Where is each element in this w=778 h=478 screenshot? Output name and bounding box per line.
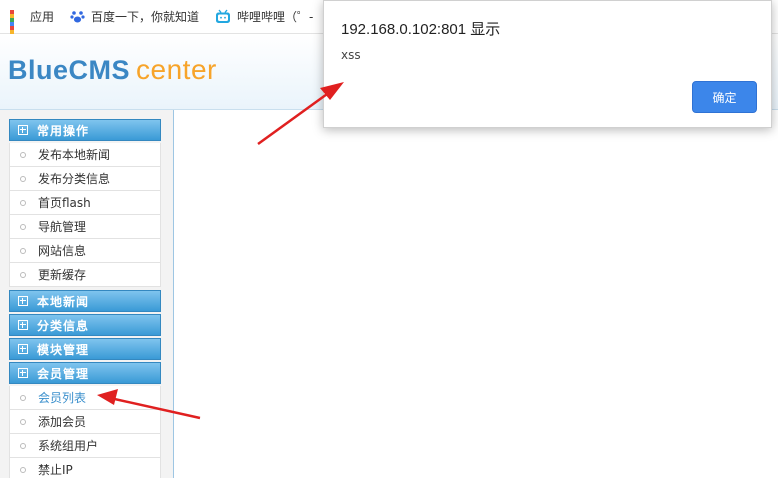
menu-group-label: 会员管理 bbox=[37, 366, 90, 381]
menu-item-publish-classified[interactable]: 发布分类信息 bbox=[9, 167, 161, 191]
menu-item-label: 首页flash bbox=[38, 196, 91, 210]
bullet-circle-icon bbox=[20, 271, 26, 278]
bullet-circle-icon bbox=[20, 247, 26, 254]
menu-group-label: 本地新闻 bbox=[37, 294, 90, 309]
menu-item-label: 发布本地新闻 bbox=[38, 148, 111, 162]
bullet-circle-icon bbox=[20, 175, 26, 182]
bullet-circle-icon bbox=[20, 394, 26, 401]
baidu-paw-icon bbox=[70, 9, 85, 24]
bullet-circle-icon bbox=[20, 223, 26, 230]
menu-item-site-info[interactable]: 网站信息 bbox=[9, 239, 161, 263]
menu-group-classified[interactable]: 分类信息 bbox=[9, 314, 161, 336]
expand-plus-icon bbox=[18, 320, 28, 330]
menu-item-publish-local-news[interactable]: 发布本地新闻 bbox=[9, 143, 161, 167]
menu-group-label: 常用操作 bbox=[37, 123, 90, 138]
menu-item-member-list[interactable]: 会员列表 bbox=[9, 386, 161, 410]
menu-item-label: 更新缓存 bbox=[38, 268, 87, 282]
menu-item-label: 网站信息 bbox=[38, 244, 87, 258]
menu-item-label: 添加会员 bbox=[38, 415, 87, 429]
menu-item-label: 系统组用户 bbox=[38, 439, 99, 453]
bullet-circle-icon bbox=[20, 151, 26, 158]
menu-group-modules[interactable]: 模块管理 bbox=[9, 338, 161, 360]
menu-group-local-news[interactable]: 本地新闻 bbox=[9, 290, 161, 312]
bookmark-apps[interactable]: 应用 bbox=[10, 8, 55, 46]
menu-group-label: 模块管理 bbox=[37, 342, 90, 357]
ok-button[interactable]: 确定 bbox=[692, 81, 757, 113]
bullet-circle-icon bbox=[20, 442, 26, 449]
expand-plus-icon bbox=[18, 344, 28, 354]
expand-plus-icon bbox=[18, 296, 28, 306]
admin-sidebar: 常用操作 发布本地新闻 发布分类信息 首页flash 导航管理 网站信息 更新缓… bbox=[0, 110, 174, 478]
sidebar-menu: 常用操作 发布本地新闻 发布分类信息 首页flash 导航管理 网站信息 更新缓… bbox=[9, 119, 161, 478]
bilibili-tv-icon bbox=[215, 9, 231, 24]
menu-item-label: 导航管理 bbox=[38, 220, 87, 234]
menu-item-navigation[interactable]: 导航管理 bbox=[9, 215, 161, 239]
menu-group-label: 分类信息 bbox=[37, 318, 90, 333]
bullet-circle-icon bbox=[20, 199, 26, 206]
dialog-title: 192.168.0.102:801 显示 bbox=[341, 21, 501, 38]
logo-sub-text: center bbox=[136, 54, 217, 85]
dialog-message: xss bbox=[341, 48, 361, 62]
alert-dialog: 192.168.0.102:801 显示 xss 确定 bbox=[323, 0, 772, 128]
menu-group-common[interactable]: 常用操作 bbox=[9, 119, 161, 141]
expand-plus-icon bbox=[18, 125, 28, 135]
menu-item-label: 会员列表 bbox=[38, 391, 87, 405]
bullet-circle-icon bbox=[20, 466, 26, 473]
menu-item-label: 发布分类信息 bbox=[38, 172, 111, 186]
bluecms-logo: BlueCMS center bbox=[8, 54, 217, 86]
menu-item-add-member[interactable]: 添加会员 bbox=[9, 410, 161, 434]
apps-grid-icon bbox=[10, 9, 24, 46]
bookmark-label: 应用 bbox=[30, 10, 55, 24]
menu-item-update-cache[interactable]: 更新缓存 bbox=[9, 263, 161, 287]
menu-item-label: 禁止IP bbox=[38, 463, 73, 477]
bookmark-label: 哔哩哔哩（゜- bbox=[237, 10, 314, 24]
menu-item-system-group-users[interactable]: 系统组用户 bbox=[9, 434, 161, 458]
expand-plus-icon bbox=[18, 368, 28, 378]
logo-main-text: BlueCMS bbox=[8, 55, 131, 85]
bookmark-baidu[interactable]: 百度一下，你就知道 bbox=[70, 8, 199, 25]
bookmark-label: 百度一下，你就知道 bbox=[91, 10, 200, 24]
menu-item-ban-ip[interactable]: 禁止IP bbox=[9, 458, 161, 478]
menu-item-home-flash[interactable]: 首页flash bbox=[9, 191, 161, 215]
bookmark-bilibili[interactable]: 哔哩哔哩（゜- bbox=[215, 8, 313, 25]
menu-group-members[interactable]: 会员管理 bbox=[9, 362, 161, 384]
bullet-circle-icon bbox=[20, 418, 26, 425]
